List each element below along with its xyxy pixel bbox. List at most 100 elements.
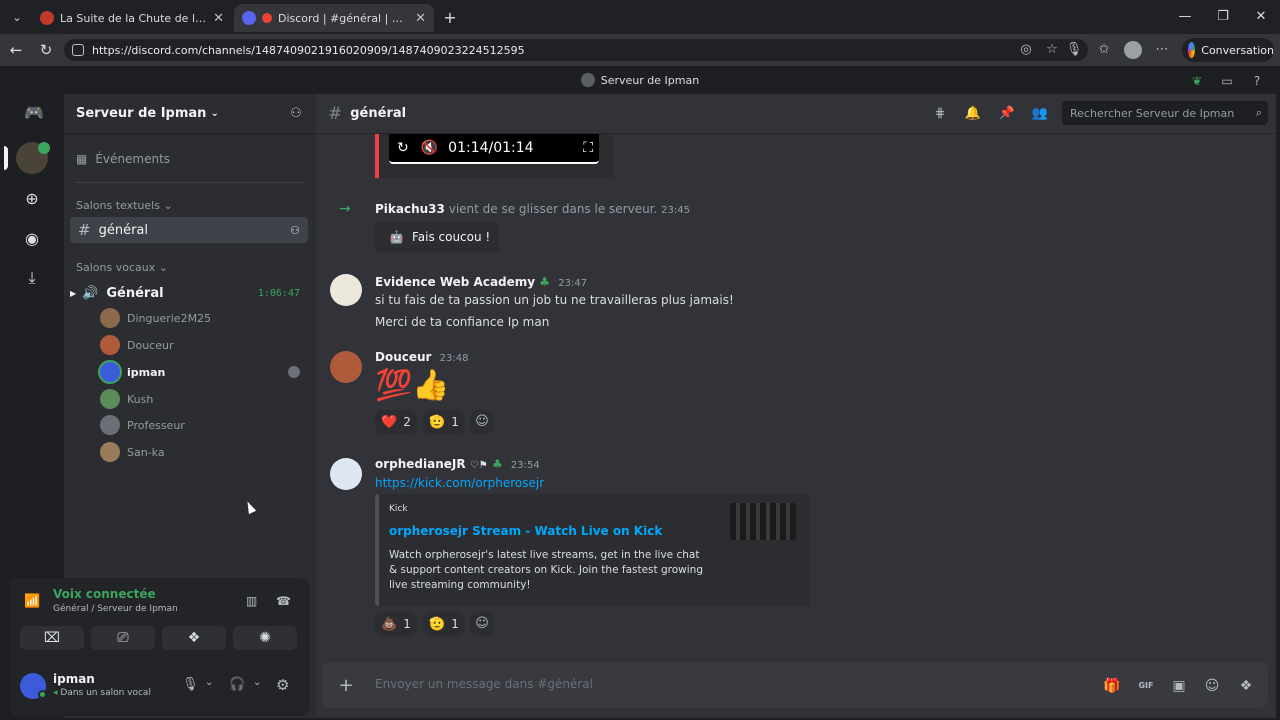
search-input[interactable]: Rechercher Serveur de Ipman ⌕ <box>1062 101 1268 125</box>
hash-icon: # <box>328 103 343 124</box>
username[interactable]: Evidence Web Academy ♣ 23:47 <box>375 275 587 289</box>
tab-favicon-icon <box>40 11 54 25</box>
speaker-icon: 🔊 <box>82 285 99 301</box>
fullscreen-icon[interactable]: ⛶ <box>583 140 593 156</box>
microphone-icon[interactable]: 🎙 <box>182 677 199 692</box>
noise-suppression-icon[interactable]: ▥ <box>246 594 257 608</box>
browser-tab-2[interactable]: Discord | #général | Serveur de Ipman ✕ <box>234 4 434 32</box>
message-text: Merci de ta confiance Ip man <box>375 315 550 329</box>
server-selected-indicator <box>4 146 8 170</box>
avatar[interactable] <box>330 274 362 306</box>
close-window-icon[interactable]: ✕ <box>1250 6 1272 28</box>
reaction-poop[interactable]: 💩 1 <box>375 612 417 636</box>
help-icon[interactable]: ? <box>1248 72 1266 90</box>
message-text: si tu fais de ta passion un job tu ne tr… <box>375 293 734 307</box>
close-tab-icon[interactable]: ✕ <box>213 11 224 26</box>
back-arrow-icon[interactable]: ← <box>4 38 28 62</box>
add-server-icon[interactable]: ⊕ <box>18 184 46 212</box>
screen-share-button[interactable]: ⎚ <box>91 626 155 650</box>
avatar[interactable] <box>330 351 362 383</box>
camera-toggle-button[interactable]: ⌧ <box>20 626 84 650</box>
reload-icon[interactable]: ↻ <box>34 38 58 62</box>
new-tab-button[interactable]: + <box>440 8 460 28</box>
sticker-icon[interactable]: ▣ <box>1169 676 1189 696</box>
embed-description: Watch orpherosejr's latest live streams,… <box>389 549 703 591</box>
attach-plus-icon[interactable]: + <box>336 676 356 696</box>
current-user-name[interactable]: ipman <box>53 672 95 686</box>
url-field[interactable]: https://discord.com/channels/14874090219… <box>64 39 1088 61</box>
voice-status-subtitle[interactable]: Général / Serveur de Ipman <box>53 604 178 614</box>
tab-title: Discord | #général | Serveur de Ipman <box>278 11 410 25</box>
headset-options-chevron-icon[interactable]: ⌄ <box>253 677 261 688</box>
explore-icon[interactable]: ◉ <box>18 224 46 252</box>
threads-icon[interactable]: ⋕ <box>930 104 950 124</box>
avatar[interactable] <box>330 458 362 490</box>
embed-thumbnail[interactable] <box>730 503 796 540</box>
mute-icon[interactable]: 🔇 <box>421 140 438 156</box>
avatar <box>100 362 120 382</box>
copilot-conversation-button[interactable]: Conversation <box>1182 38 1274 62</box>
reaction-salute[interactable]: 🫡 1 <box>423 612 465 636</box>
copilot-logo-icon <box>1188 42 1196 58</box>
tab-list-button[interactable]: ⌄ <box>6 8 28 28</box>
pin-icon[interactable]: 📌 <box>997 104 1017 124</box>
voice-user[interactable]: Professeur <box>100 414 185 436</box>
invite-channel-icon[interactable]: ⚇ <box>290 224 300 237</box>
username[interactable]: orphedianeJR ♡⚑ ♣ 23:54 <box>375 457 540 471</box>
download-icon[interactable]: ⤓ <box>18 264 46 292</box>
headset-icon[interactable]: 🎧 <box>229 677 245 692</box>
emoji-picker-icon[interactable]: ☺ <box>1202 676 1222 696</box>
username[interactable]: Douceur 23:48 <box>375 350 468 364</box>
add-reaction-icon[interactable]: ☺ <box>470 410 494 434</box>
embed-title[interactable]: orpherosejr Stream - Watch Live on Kick <box>389 524 662 538</box>
username[interactable]: Pikachu33 <box>375 202 445 216</box>
voice-user[interactable]: Kush <box>100 388 153 410</box>
voice-category-header[interactable]: Salons vocaux ⌄ <box>76 261 168 274</box>
gift-icon[interactable]: 🎁 <box>1102 676 1122 696</box>
translate-icon[interactable]: ◎ <box>1016 40 1036 60</box>
disconnect-icon[interactable]: ☎ <box>276 594 291 608</box>
voice-user[interactable]: Douceur <box>100 334 173 356</box>
message-link[interactable]: https://kick.com/orpherosejr <box>375 476 544 490</box>
avatar <box>100 308 120 328</box>
server-header[interactable]: Serveur de Ipman ⌄ <box>64 94 316 134</box>
discord-home-icon[interactable]: 🎮 <box>18 96 50 128</box>
settings-gear-icon[interactable]: ⚙ <box>276 676 289 694</box>
voice-user[interactable]: San-ka <box>100 441 165 463</box>
reaction-salute[interactable]: 🫡 1 <box>423 410 465 434</box>
member-list-icon[interactable]: 👥 <box>1030 104 1050 124</box>
close-tab-icon[interactable]: ✕ <box>415 11 426 26</box>
message-input[interactable]: Envoyer un message dans #général <box>375 677 1075 695</box>
more-menu-icon[interactable]: ⋯ <box>1152 40 1172 60</box>
voice-user[interactable]: Dinguerie2M25 <box>100 307 211 329</box>
gif-icon[interactable]: GIF <box>1136 676 1156 696</box>
bookmark-star-icon[interactable]: ☆ <box>1042 40 1062 60</box>
minimize-icon[interactable]: — <box>1174 6 1196 28</box>
site-info-icon[interactable] <box>72 44 84 56</box>
reaction-heart[interactable]: ❤️ 2 <box>375 410 417 434</box>
voice-user[interactable]: ipman <box>100 361 165 383</box>
mic-options-chevron-icon[interactable]: ⌄ <box>205 677 213 688</box>
invite-member-icon[interactable]: ⚇ <box>286 104 306 124</box>
add-reaction-icon[interactable]: ☺ <box>470 612 494 636</box>
wave-button[interactable]: 🤖 Fais coucou ! <box>375 222 499 252</box>
activities-button[interactable]: ❖ <box>162 626 226 650</box>
inbox-icon[interactable]: ▭ <box>1218 72 1236 90</box>
notification-bell-icon[interactable]: 🔔 <box>963 104 983 124</box>
avatar <box>100 389 120 409</box>
browser-tab-1[interactable]: La Suite de la Chute de la Cabale ✕ <box>32 4 232 32</box>
restore-icon[interactable]: ❐ <box>1212 6 1234 28</box>
replay-icon[interactable]: ↻ <box>397 140 409 156</box>
profile-avatar[interactable] <box>1124 41 1142 59</box>
channel-general[interactable]: # général ⚇ <box>70 217 308 243</box>
events-item[interactable]: ▦ Événements <box>76 150 296 168</box>
soundboard-button[interactable]: ✺ <box>233 626 297 650</box>
embed-provider[interactable]: Kick <box>389 504 408 514</box>
favorites-icon[interactable]: ✩ <box>1094 40 1114 60</box>
mic-icon[interactable]: 🎙 <box>1064 40 1084 60</box>
text-category-header[interactable]: Salons textuels ⌄ <box>76 199 173 212</box>
voice-channel-general[interactable]: ▶ 🔊 Général 1:06:47 <box>70 280 308 306</box>
apps-icon[interactable]: ❖ <box>1236 676 1256 696</box>
tab-title: La Suite de la Chute de la Cabale <box>60 11 207 25</box>
leaf-icon[interactable]: ❦ <box>1188 72 1206 90</box>
